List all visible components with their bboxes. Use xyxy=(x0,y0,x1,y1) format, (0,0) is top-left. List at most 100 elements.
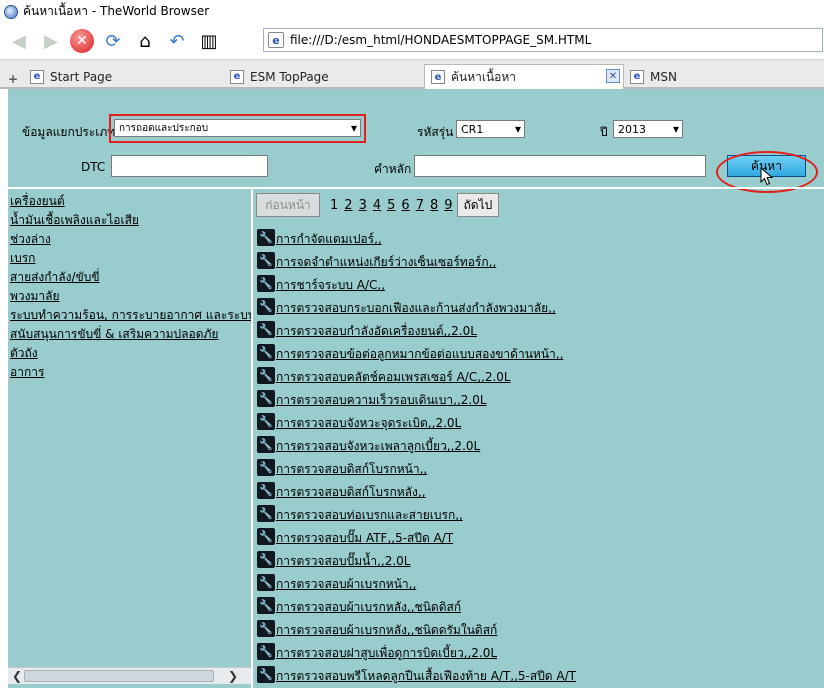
result-link[interactable]: การตรวจสอบพรีโหลดลูกปืนเสื้อเฟืองท้าย A/… xyxy=(276,669,576,683)
window-title: ค้นหาเนื้อหา - TheWorld Browser xyxy=(23,4,210,18)
list-item[interactable]: 🔧 การกำจัดแดมเปอร์,, xyxy=(257,223,824,246)
nav-link-steering[interactable]: พวงมาลัย xyxy=(10,287,251,306)
tab-label: MSN xyxy=(650,69,677,84)
nav-link-suspension[interactable]: ช่วงล่าง xyxy=(10,230,251,249)
result-link[interactable]: การตรวจสอบกำลังอัดเครื่องยนต์,,2.0L xyxy=(276,324,477,338)
year-select-value: 2013 xyxy=(618,122,646,136)
tab-label: ESM TopPage xyxy=(250,69,329,84)
nav-link-drivetrain[interactable]: สายส่งกำลัง/ขับขี่ xyxy=(10,268,251,287)
result-link[interactable]: การตรวจสอบผ้าเบรกหน้า,, xyxy=(276,577,416,591)
list-item[interactable]: 🔧 การตรวจสอบพรีโหลดลูกปืนเสื้อเฟืองท้าย A… xyxy=(257,660,824,683)
list-item[interactable]: 🔧 การตรวจสอบผ้าเบรกหลัง,,ชนิดดรัมในดิสก์ xyxy=(257,614,824,637)
page-link[interactable]: 6 xyxy=(401,198,409,213)
page-number-current: 1 xyxy=(330,197,339,213)
scroll-right-icon[interactable]: ❯ xyxy=(228,669,238,683)
nav-link-driver-assist[interactable]: สนับสนุนการขับขี่ & เสริมความปลอดภัย xyxy=(10,325,251,344)
nav-link-symptoms[interactable]: อาการ xyxy=(10,363,251,382)
next-page-button[interactable]: ถัดไป xyxy=(456,193,500,217)
keyword-input[interactable] xyxy=(414,155,706,177)
page-link[interactable]: 8 xyxy=(430,198,438,213)
refresh-icon[interactable]: ⟳ xyxy=(100,28,126,54)
scrollbar-thumb[interactable] xyxy=(24,670,214,682)
list-item[interactable]: 🔧 การตรวจสอบกระบอกเฟืองและก้านส่งกำลังพวง… xyxy=(257,292,824,315)
tab-close-icon[interactable]: ✕ xyxy=(606,69,620,83)
page-link[interactable]: 7 xyxy=(416,198,424,213)
result-link[interactable]: การตรวจสอบท่อเบรกและสายเบรก,, xyxy=(276,508,463,522)
category-nav: เครื่องยนต์ น้ำมันเชื้อเพลิงและไอเสีย ช่… xyxy=(8,189,251,688)
list-item[interactable]: 🔧 การตรวจสอบความเร็วรอบเดินเบา,,2.0L xyxy=(257,384,824,407)
list-item[interactable]: 🔧 การจดจำตำแหน่งเกียร์ว่างเซ็นเซอร์ทอร์ก,… xyxy=(257,246,824,269)
list-item[interactable]: 🔧 การตรวจสอบฝาสูบเพื่อดูการบิดเบี้ยว,,2.0… xyxy=(257,637,824,660)
tab-label: ค้นหาเนื้อหา xyxy=(451,69,517,84)
result-link[interactable]: การตรวจสอบจังหวะจุดระเบิด,,2.0L xyxy=(276,416,461,430)
nav-link-hvac[interactable]: ระบบทำความร้อน, การระบายอากาศ และระบบปรั… xyxy=(10,306,251,325)
nav-link-body[interactable]: ตัวถัง xyxy=(10,344,251,363)
address-bar[interactable]: e file:///D:/esm_html/HONDAESMTOPPAGE_SM… xyxy=(263,28,823,52)
page-link[interactable]: 2 xyxy=(344,198,352,213)
result-link[interactable]: การตรวจสอบปั๊ม ATF,,5-สปีด A/T xyxy=(276,531,453,545)
page-ie-icon: e xyxy=(268,32,284,48)
model-select-value: CR1 xyxy=(461,122,484,136)
wrench-icon: 🔧 xyxy=(257,321,275,338)
page-link[interactable]: 3 xyxy=(359,198,367,213)
list-item[interactable]: 🔧 การตรวจสอบคลัตช์คอมเพรสเซอร์ A/C,,2.0L xyxy=(257,361,824,384)
wrench-icon: 🔧 xyxy=(257,367,275,384)
result-link[interactable]: การตรวจสอบปั๊มน้ำ,,2.0L xyxy=(276,554,410,568)
list-item[interactable]: 🔧 การตรวจสอบกำลังอัดเครื่องยนต์,,2.0L xyxy=(257,315,824,338)
result-link[interactable]: การตรวจสอบดิสก์โบรกหลัง,, xyxy=(276,485,426,499)
wrench-icon: 🔧 xyxy=(257,413,275,430)
nav-link-brakes[interactable]: เบรก xyxy=(10,249,251,268)
list-item[interactable]: 🔧 การตรวจสอบจังหวะจุดระเบิด,,2.0L xyxy=(257,407,824,430)
result-link[interactable]: การตรวจสอบข้อต่อลูกหมากข้อต่อแบบสองขาด้า… xyxy=(276,347,563,361)
result-link[interactable]: การตรวจสอบผ้าเบรกหลัง,,ชนิดดรัมในดิสก์ xyxy=(276,623,497,637)
dtc-input[interactable] xyxy=(111,155,268,177)
tab-start-page[interactable]: e Start Page xyxy=(30,64,220,89)
page-link[interactable]: 5 xyxy=(387,198,395,213)
highlight-box xyxy=(109,114,366,143)
list-item[interactable]: 🔧 การชาร์จระบบ A/C,, xyxy=(257,269,824,292)
list-item[interactable]: 🔧 การตรวจสอบข้อต่อลูกหมากข้อต่อแบบสองขาด้… xyxy=(257,338,824,361)
list-item[interactable]: 🔧 การตรวจสอบผ้าเบรกหน้า,, xyxy=(257,568,824,591)
back-arrow-icon[interactable]: ◀ xyxy=(6,28,32,54)
result-link[interactable]: การตรวจสอบกระบอกเฟืองและก้านส่งกำลังพวงม… xyxy=(276,301,556,315)
nav-link-engine[interactable]: เครื่องยนต์ xyxy=(10,192,251,211)
history-icon[interactable]: ↶ xyxy=(164,28,190,54)
prev-page-button[interactable]: ก่อนหน้า xyxy=(256,193,320,217)
list-item[interactable]: 🔧 การตรวจสอบปั๊มน้ำ,,2.0L xyxy=(257,545,824,568)
page-link[interactable]: 4 xyxy=(373,198,381,213)
result-link[interactable]: การตรวจสอบดิสก์โบรกหน้า,, xyxy=(276,462,427,476)
result-link[interactable]: การตรวจสอบผ้าเบรกหลัง,,ชนิดดิสก์ xyxy=(276,600,461,614)
chevron-down-icon: ▾ xyxy=(672,122,679,136)
forward-arrow-icon[interactable]: ▶ xyxy=(38,28,64,54)
result-link[interactable]: การจดจำตำแหน่งเกียร์ว่างเซ็นเซอร์ทอร์ก,, xyxy=(276,255,496,269)
new-tab-plus-icon[interactable]: + xyxy=(8,66,18,91)
wrench-icon: 🔧 xyxy=(257,643,275,660)
list-item[interactable]: 🔧 การตรวจสอบท่อเบรกและสายเบรก,, xyxy=(257,499,824,522)
scroll-left-icon[interactable]: ❮ xyxy=(12,669,22,683)
list-item[interactable]: 🔧 การตรวจสอบจังหวะเพลาลูกเบี้ยว,,2.0L xyxy=(257,430,824,453)
favorites-book-icon[interactable]: ▥ xyxy=(196,28,222,54)
result-link[interactable]: การตรวจสอบคลัตช์คอมเพรสเซอร์ A/C,,2.0L xyxy=(276,370,511,384)
nav-link-fuel-exhaust[interactable]: น้ำมันเชื้อเพลิงและไอเสีย xyxy=(10,211,251,230)
list-item[interactable]: 🔧 การตรวจสอบดิสก์โบรกหน้า,, xyxy=(257,453,824,476)
stop-icon[interactable]: ✕ xyxy=(70,29,94,53)
page-link[interactable]: 9 xyxy=(444,198,452,213)
dtc-label: DTC xyxy=(81,160,106,174)
list-item[interactable]: 🔧 การตรวจสอบดิสก์โบรกหลัง,, xyxy=(257,476,824,499)
address-url[interactable]: file:///D:/esm_html/HONDAESMTOPPAGE_SM.H… xyxy=(290,33,591,47)
tab-esm-toppage[interactable]: e ESM TopPage xyxy=(230,64,420,89)
list-item[interactable]: 🔧 การตรวจสอบผ้าเบรกหลัง,,ชนิดดิสก์ xyxy=(257,591,824,614)
home-icon[interactable]: ⌂ xyxy=(132,28,158,54)
tab-search-content[interactable]: e ค้นหาเนื้อหา xyxy=(424,64,624,89)
tab-msn[interactable]: e MSN xyxy=(630,64,820,89)
model-select[interactable]: CR1 ▾ xyxy=(456,120,525,138)
result-link[interactable]: การตรวจสอบฝาสูบเพื่อดูการบิดเบี้ยว,,2.0L xyxy=(276,646,497,660)
result-link[interactable]: การกำจัดแดมเปอร์,, xyxy=(276,232,382,246)
year-select[interactable]: 2013 ▾ xyxy=(613,120,683,138)
result-link[interactable]: การตรวจสอบจังหวะเพลาลูกเบี้ยว,,2.0L xyxy=(276,439,480,453)
wrench-icon: 🔧 xyxy=(257,344,275,361)
result-link[interactable]: การชาร์จระบบ A/C,, xyxy=(276,278,385,292)
list-item[interactable]: 🔧 การตรวจสอบปั๊ม ATF,,5-สปีด A/T xyxy=(257,522,824,545)
horizontal-scrollbar[interactable]: ❮ ❯ xyxy=(8,667,251,684)
result-link[interactable]: การตรวจสอบความเร็วรอบเดินเบา,,2.0L xyxy=(276,393,487,407)
